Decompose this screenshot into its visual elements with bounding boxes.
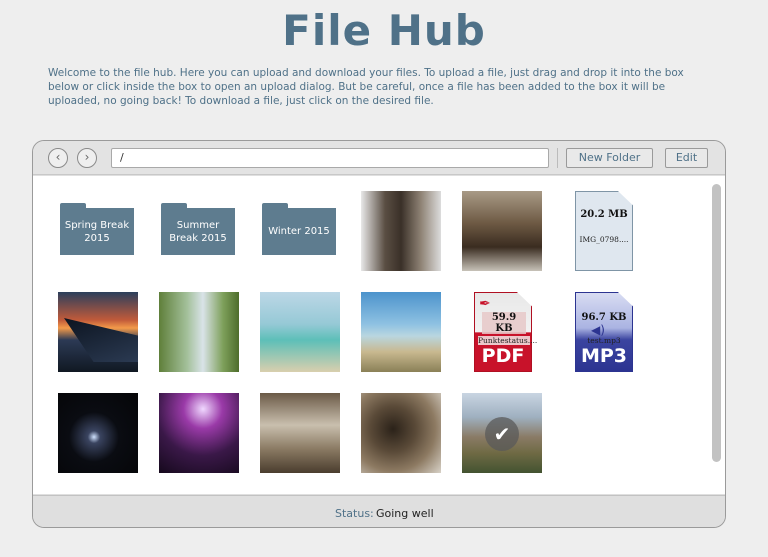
photo-image [361,393,441,473]
photo-thumbnail[interactable] [159,393,239,473]
speaker-icon: ◀) [591,323,605,337]
toolbar-divider [557,148,558,168]
folder-label: Winter 2015 [262,208,336,255]
photo-image [361,191,441,271]
photo-thumbnail[interactable] [361,191,441,271]
path-input[interactable]: / [111,148,549,168]
folder-icon: Summer Break 2015 [161,203,235,255]
file-size: 96.7 KB [581,312,627,323]
file-size: 59.9 KB [482,312,526,334]
pdf-icon: ✒ 59.9 KB Punktestatus.... PDF [474,292,538,372]
photo-image [260,393,340,473]
folder-icon: Spring Break 2015 [60,203,134,255]
status-value: Going well [376,507,434,520]
folder-item[interactable]: Winter 2015 [262,191,342,271]
photo-thumbnail[interactable] [260,393,340,473]
folder-label: Summer Break 2015 [161,208,235,255]
chevron-left-icon: ‹ [55,150,61,164]
file-drop-area[interactable]: Spring Break 2015 Summer Break 2015 Wint… [33,176,725,494]
photo-thumbnail[interactable] [260,292,340,372]
photo-image [159,393,239,473]
image-file-item[interactable]: 20.2 MB IMG_0798.... [563,191,643,271]
mp3-icon: 96.7 KB ◀) test.mp3 MP3 [575,292,633,372]
back-button[interactable]: ‹ [48,148,68,168]
folder-label: Spring Break 2015 [60,208,134,255]
folder-icon: Winter 2015 [262,203,336,255]
photo-image [361,292,441,372]
file-browser-window: ‹ › / New Folder Edit Spring Break 2015 … [32,140,726,528]
photo-thumbnail[interactable] [58,292,138,372]
edit-button[interactable]: Edit [665,148,708,168]
file-extension-label: PDF [481,345,525,367]
checkmark-icon: ✔ [485,417,519,451]
photo-thumbnail[interactable] [462,191,542,271]
file-name: Punktestatus.... [478,336,538,345]
photo-thumbnail[interactable] [58,393,138,473]
pdf-file-item[interactable]: ✒ 59.9 KB Punktestatus.... PDF [462,292,542,372]
folder-item[interactable]: Spring Break 2015 [60,191,140,271]
photo-image [58,292,138,372]
photo-image [260,292,340,372]
photo-thumbnail[interactable] [361,292,441,372]
uploaded-photo-thumbnail[interactable]: ✔ [462,393,542,473]
file-size: 20.2 MB [580,209,628,220]
photo-image [159,292,239,372]
vertical-scrollbar[interactable] [712,184,721,462]
chevron-right-icon: › [84,150,90,164]
file-name: IMG_0798.... [579,235,629,244]
intro-text: Welcome to the file hub. Here you can up… [48,67,684,107]
status-bar: Status: Going well [33,495,725,527]
forward-button[interactable]: › [77,148,97,168]
document-icon: 20.2 MB IMG_0798.... [575,191,633,271]
photo-image [58,393,138,473]
toolbar: ‹ › / New Folder Edit [33,141,725,175]
page-title: File Hub [282,6,486,55]
file-extension-label: MP3 [580,345,628,367]
file-name: test.mp3 [587,336,621,345]
photo-image [462,191,542,271]
photo-thumbnail[interactable] [159,292,239,372]
new-folder-button[interactable]: New Folder [566,148,653,168]
photo-thumbnail[interactable] [361,393,441,473]
mp3-file-item[interactable]: 96.7 KB ◀) test.mp3 MP3 [563,292,643,372]
status-label: Status: [335,507,374,520]
folder-item[interactable]: Summer Break 2015 [161,191,241,271]
